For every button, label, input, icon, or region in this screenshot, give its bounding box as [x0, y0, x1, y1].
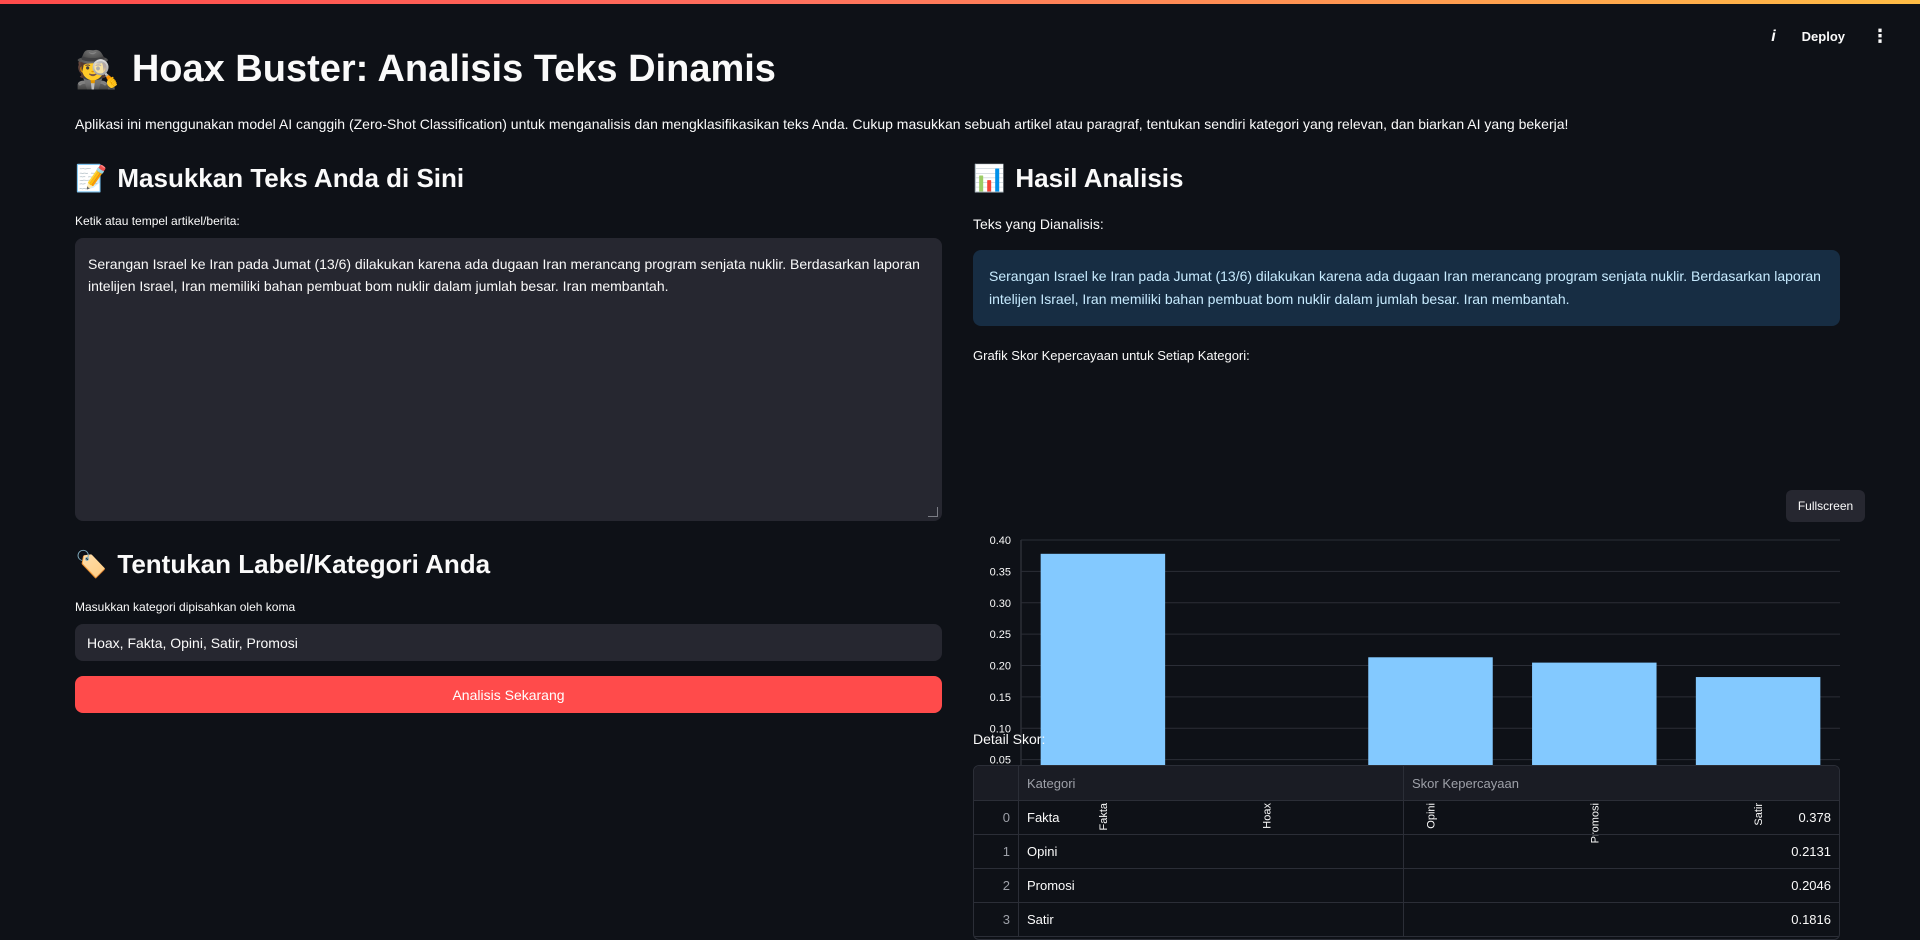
- result-column: 📊 Hasil Analisis Teks yang Dianalisis: S…: [973, 160, 1865, 940]
- top-decoration-bar: [0, 0, 1920, 4]
- analyze-button[interactable]: Analisis Sekarang: [75, 676, 942, 713]
- categories-input-label: Masukkan kategori dipisahkan oleh koma: [75, 600, 296, 614]
- label-heading: 🏷️ Tentukan Label/Kategori Anda: [75, 546, 942, 582]
- index-column-header: [974, 766, 1019, 800]
- detective-icon: 🕵️: [75, 48, 120, 90]
- y-tick-label: 0.40: [990, 535, 1011, 547]
- table-row[interactable]: 3 Satir 0.1816: [974, 903, 1839, 937]
- categories-input[interactable]: Hoax, Fakta, Opini, Satir, Promosi: [75, 624, 942, 661]
- result-heading-text: Hasil Analisis: [1015, 162, 1184, 193]
- input-heading-text: Masukkan Teks Anda di Sini: [117, 162, 465, 193]
- label-tag-icon: 🏷️: [75, 548, 108, 579]
- row-index: 0: [974, 801, 1019, 834]
- y-tick-label: 0.15: [990, 692, 1011, 704]
- kategori-cell: Promosi: [1019, 869, 1404, 902]
- page-title-text: Hoax Buster: Analisis Teks Dinamis: [131, 48, 776, 90]
- y-tick-label: 0.35: [990, 566, 1011, 578]
- skor-cell: 0.378: [1798, 810, 1831, 825]
- table-row[interactable]: 0 Fakta 0.378: [974, 801, 1839, 835]
- detail-score-label: Detail Skor:: [973, 731, 1046, 747]
- row-index: 2: [974, 869, 1019, 902]
- bar-chart-icon: 📊: [973, 162, 1006, 193]
- kategori-cell: Opini: [1019, 835, 1404, 868]
- analyzed-text-box: Serangan Israel ke Iran pada Jumat (13/6…: [973, 250, 1840, 326]
- row-index: 1: [974, 835, 1019, 868]
- kategori-cell: Satir: [1019, 903, 1404, 936]
- bar-fakta: [1040, 553, 1166, 791]
- skor-cell: 0.2046: [1791, 878, 1831, 893]
- input-heading: 📝 Masukkan Teks Anda di Sini: [75, 160, 942, 196]
- page-title: 🕵️ Hoax Buster: Analisis Teks Dinamis: [75, 48, 776, 91]
- result-heading: 📊 Hasil Analisis: [973, 160, 1840, 196]
- analyzed-text-label: Teks yang Dianalisis:: [973, 216, 1104, 232]
- app-header-toolbar: i Deploy ⋮: [1771, 26, 1890, 47]
- y-tick-label: 0.30: [990, 598, 1011, 610]
- table-row[interactable]: 1 Opini 0.2131: [974, 835, 1839, 869]
- skor-cell: 0.1816: [1791, 912, 1831, 927]
- y-tick-label: 0.20: [990, 661, 1011, 673]
- input-column: 📝 Masukkan Teks Anda di Sini Ketik atau …: [75, 160, 942, 713]
- kebab-menu-icon[interactable]: ⋮: [1871, 26, 1890, 47]
- resize-handle[interactable]: [928, 507, 938, 517]
- table-row[interactable]: 2 Promosi 0.2046: [974, 869, 1839, 903]
- fullscreen-button[interactable]: Fullscreen: [1786, 490, 1865, 522]
- intro-text: Aplikasi ini menggunakan model AI canggi…: [75, 116, 1569, 132]
- skor-column-header[interactable]: Skor Kepercayaan: [1404, 766, 1839, 800]
- table-header-row: Kategori Skor Kepercayaan: [974, 766, 1839, 801]
- row-index: 3: [974, 903, 1019, 936]
- memo-icon: 📝: [75, 162, 108, 193]
- skor-cell: 0.2131: [1791, 844, 1831, 859]
- score-table[interactable]: Kategori Skor Kepercayaan 0 Fakta 0.378 …: [973, 765, 1840, 940]
- chart-label: Grafik Skor Kepercayaan untuk Setiap Kat…: [973, 348, 1250, 363]
- deploy-button[interactable]: Deploy: [1802, 29, 1845, 44]
- kategori-cell: Fakta: [1019, 801, 1404, 834]
- info-icon[interactable]: i: [1771, 28, 1775, 46]
- article-textarea-value: Serangan Israel ke Iran pada Jumat (13/6…: [88, 256, 920, 294]
- kategori-column-header[interactable]: Kategori: [1019, 766, 1404, 800]
- y-tick-label: 0.25: [990, 629, 1011, 641]
- article-textarea[interactable]: Serangan Israel ke Iran pada Jumat (13/6…: [75, 238, 942, 521]
- textarea-label: Ketik atau tempel artikel/berita:: [75, 214, 240, 228]
- label-heading-text: Tentukan Label/Kategori Anda: [117, 548, 491, 579]
